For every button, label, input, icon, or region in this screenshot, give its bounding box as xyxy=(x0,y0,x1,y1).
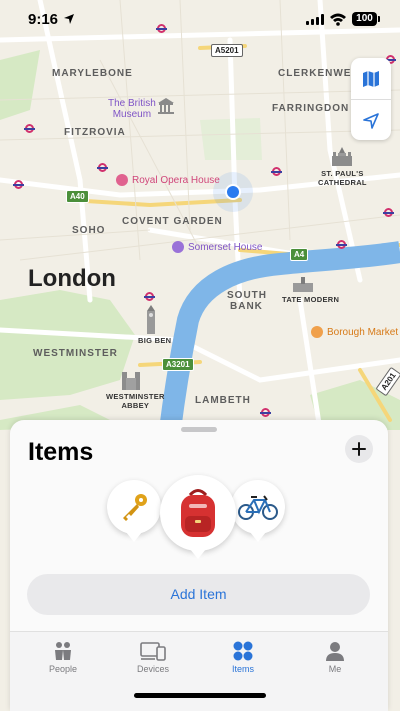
landmark-big-ben: BIG BEN xyxy=(138,336,172,345)
backpack-icon xyxy=(181,489,215,537)
poi-royal-opera-house-name: Royal Opera House xyxy=(132,174,220,186)
area-covent-garden: COVENT GARDEN xyxy=(122,216,223,227)
item-pin-keys[interactable] xyxy=(107,480,161,542)
tab-devices-label: Devices xyxy=(136,664,169,674)
area-south-bank-line2: BANK xyxy=(230,301,263,312)
item-pin-backpack[interactable] xyxy=(160,475,236,559)
add-item-button[interactable]: Add Item xyxy=(27,574,370,615)
people-icon xyxy=(55,642,71,660)
tube-station-icon xyxy=(97,163,108,172)
battery-icon: 100 xyxy=(352,12,380,26)
area-soho: SOHO xyxy=(72,225,106,236)
gallery-icon xyxy=(293,277,313,292)
sheet-title: Items xyxy=(28,438,94,466)
city-label: London xyxy=(28,265,116,292)
track-location-button[interactable] xyxy=(351,100,391,140)
tab-people[interactable]: People xyxy=(28,638,98,674)
tube-station-icon xyxy=(24,124,35,133)
area-south-bank-line1: SOUTH xyxy=(227,290,267,301)
tab-me[interactable]: Me xyxy=(300,638,370,674)
tab-bar: People Devices Items Me xyxy=(10,631,388,711)
plus-icon xyxy=(352,442,366,456)
poi-royal-opera-house[interactable]: Royal Opera House xyxy=(116,174,220,186)
road-badge-a3201: A3201 xyxy=(162,358,194,371)
tab-items[interactable]: Items xyxy=(208,638,278,674)
poi-borough-market-name: Borough Market xyxy=(327,326,399,338)
road-badge-a40: A40 xyxy=(66,190,89,203)
add-item-plus-button[interactable] xyxy=(345,435,373,463)
landmark-westminster-abbey-line1: WESTMINSTER xyxy=(106,392,165,401)
cellular-signal-icon xyxy=(306,14,324,25)
map-mode-button[interactable] xyxy=(351,58,391,99)
tab-me-label: Me xyxy=(328,664,342,674)
items-icon xyxy=(233,641,253,661)
landmark-st-pauls-line1: ST. PAUL'S xyxy=(321,169,364,178)
tube-station-icon xyxy=(271,167,282,176)
tube-station-icon xyxy=(336,240,347,249)
devices-icon xyxy=(140,642,166,661)
area-lambeth: LAMBETH xyxy=(195,395,251,406)
landmark-icon xyxy=(172,241,184,253)
bicycle-icon xyxy=(238,495,278,520)
poi-somerset-house[interactable]: Somerset House xyxy=(172,241,262,253)
area-farringdon: FARRINGDON xyxy=(272,103,350,114)
tube-station-icon xyxy=(144,292,155,301)
sheet-grabber[interactable] xyxy=(181,427,217,432)
tab-items-label: Items xyxy=(231,664,254,674)
tube-station-icon xyxy=(13,180,24,189)
poi-borough-market[interactable]: Borough Market xyxy=(311,326,398,338)
landmark-westminster-abbey: WESTMINSTER ABBEY xyxy=(106,392,165,410)
area-marylebone: MARYLEBONE xyxy=(52,68,133,79)
home-indicator[interactable] xyxy=(134,693,266,698)
location-arrow-icon xyxy=(64,14,74,24)
landmark-st-pauls-line2: CATHEDRAL xyxy=(318,178,367,187)
map-icon xyxy=(363,70,379,87)
market-icon xyxy=(311,326,323,338)
status-bar: 9:16 100 xyxy=(0,0,400,40)
key-icon xyxy=(123,494,147,521)
museum-icon xyxy=(158,98,174,114)
road-badge-a4: A4 xyxy=(290,248,309,261)
landmark-tate-modern: TATE MODERN xyxy=(282,295,340,304)
area-fitzrovia: FITZROVIA xyxy=(64,127,126,138)
clock-tower-icon xyxy=(147,305,155,334)
tube-station-icon xyxy=(260,408,271,417)
abbey-icon xyxy=(122,372,140,390)
tube-station-icon xyxy=(383,208,394,217)
landmark-st-pauls: ST. PAUL'S CATHEDRAL xyxy=(318,169,367,187)
me-icon xyxy=(326,642,344,661)
area-westminster: WESTMINSTER xyxy=(33,348,118,359)
tab-devices[interactable]: Devices xyxy=(118,638,188,674)
road-badge-a5201: A5201 xyxy=(211,44,243,57)
status-time: 9:16 xyxy=(28,11,59,28)
theater-icon xyxy=(116,174,128,186)
landmark-westminster-abbey-line2: ABBEY xyxy=(121,401,150,410)
poi-somerset-house-name: Somerset House xyxy=(188,241,263,253)
poi-british-museum-name-line2: Museum xyxy=(112,109,152,120)
wifi-icon xyxy=(330,13,346,26)
map-controls xyxy=(351,58,391,140)
poi-british-museum-name-line1: The British xyxy=(108,98,156,109)
cathedral-icon xyxy=(332,147,352,166)
location-arrow-icon xyxy=(363,112,379,129)
item-pin-bike[interactable] xyxy=(231,480,285,542)
tab-people-label: People xyxy=(48,664,78,674)
poi-british-museum[interactable]: The British Museum xyxy=(108,98,156,120)
